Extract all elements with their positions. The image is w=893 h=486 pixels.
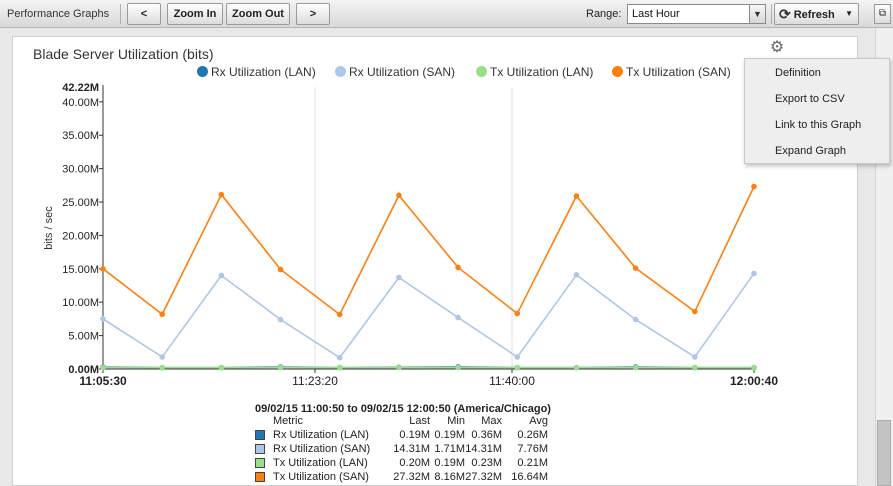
- data-point: [455, 314, 461, 321]
- y-tick-label: 40.00M: [62, 97, 99, 109]
- y-tick-label: 35.00M: [62, 130, 99, 142]
- data-point: [396, 192, 402, 199]
- data-point: [751, 364, 757, 371]
- data-point: [218, 191, 225, 198]
- swatch-rx-san: [255, 444, 265, 454]
- data-point: [751, 270, 757, 277]
- table-cell-max: 0.23M: [471, 457, 502, 469]
- y-tick-label: 25.00M: [62, 197, 99, 209]
- table-cell-avg: 0.26M: [517, 429, 548, 441]
- menu-item-link-graph[interactable]: Link to this Graph: [775, 119, 861, 131]
- table-cell-metric: Tx Utilization (SAN): [273, 471, 369, 483]
- data-point: [100, 364, 106, 371]
- data-point: [336, 354, 343, 361]
- menu-item-definition[interactable]: Definition: [775, 67, 821, 79]
- data-point: [632, 265, 639, 271]
- x-tick-label: 11:40:00: [489, 374, 535, 388]
- data-point: [336, 311, 343, 318]
- data-point: [514, 310, 521, 317]
- table-cell-metric: Rx Utilization (LAN): [273, 429, 369, 441]
- y-tick-label: 5.00M: [68, 331, 99, 343]
- table-cell-avg: 16.64M: [511, 471, 548, 483]
- menu-item-export-csv[interactable]: Export to CSV: [775, 93, 845, 105]
- table-cell-avg: 7.76M: [517, 443, 548, 455]
- menu-item-expand-graph[interactable]: Expand Graph: [775, 145, 846, 157]
- y-max-label: 42.22M: [62, 82, 99, 94]
- x-tick-label: 11:23:20: [292, 374, 338, 388]
- data-point: [514, 364, 521, 371]
- data-point: [396, 274, 402, 281]
- data-point: [100, 316, 106, 322]
- data-point: [455, 264, 461, 271]
- data-point: [159, 311, 165, 318]
- data-point: [277, 364, 284, 371]
- data-point: [632, 364, 639, 371]
- data-point: [692, 364, 698, 371]
- y-tick-label: 30.00M: [62, 164, 99, 176]
- data-point: [455, 364, 461, 371]
- data-point: [692, 308, 698, 315]
- data-point: [159, 354, 165, 360]
- series-line: [102, 272, 755, 359]
- series-line: [102, 186, 755, 316]
- swatch-tx-san: [255, 472, 265, 482]
- table-cell-max: 27.32M: [465, 471, 502, 483]
- data-point: [573, 364, 580, 371]
- y-tick-label: 20.00M: [62, 230, 99, 242]
- data-point: [632, 316, 639, 323]
- x-tick-label: 11:05:30: [79, 374, 127, 388]
- data-point: [336, 364, 343, 371]
- data-point: [692, 354, 698, 360]
- data-point: [277, 266, 284, 273]
- table-cell-max: 0.36M: [471, 429, 502, 441]
- column-header-metric: Metric: [273, 415, 303, 427]
- column-header-max: Max: [481, 415, 502, 427]
- summary-heading: 09/02/15 11:00:50 to 09/02/15 12:00:50 (…: [255, 403, 551, 415]
- data-point: [218, 272, 225, 279]
- data-point: [514, 354, 521, 360]
- column-header-avg: Avg: [529, 415, 548, 427]
- data-point: [573, 272, 580, 278]
- table-cell-avg: 0.21M: [517, 457, 548, 469]
- data-point: [396, 364, 402, 371]
- data-point: [100, 266, 106, 272]
- y-tick-label: 15.00M: [62, 264, 99, 276]
- performance-graphs-window: Performance Graphs < Zoom In Zoom Out > …: [0, 0, 893, 486]
- graph-options-menu: Definition Export to CSV Link to this Gr…: [744, 58, 890, 164]
- data-point: [218, 364, 225, 371]
- swatch-tx-lan: [255, 458, 265, 468]
- data-point: [277, 316, 284, 323]
- y-tick-label: 10.00M: [62, 297, 99, 309]
- column-header-min: Min: [447, 415, 465, 427]
- swatch-rx-lan: [255, 430, 265, 440]
- table-cell-max: 14.31M: [465, 443, 502, 455]
- x-tick-label: 12:00:40: [730, 374, 778, 388]
- data-point: [573, 193, 580, 199]
- data-point: [159, 364, 165, 371]
- table-cell-metric: Rx Utilization (SAN): [273, 443, 371, 455]
- data-point: [751, 183, 757, 190]
- y-axis-title: bits / sec: [43, 206, 55, 250]
- table-cell-metric: Tx Utilization (LAN): [273, 457, 368, 469]
